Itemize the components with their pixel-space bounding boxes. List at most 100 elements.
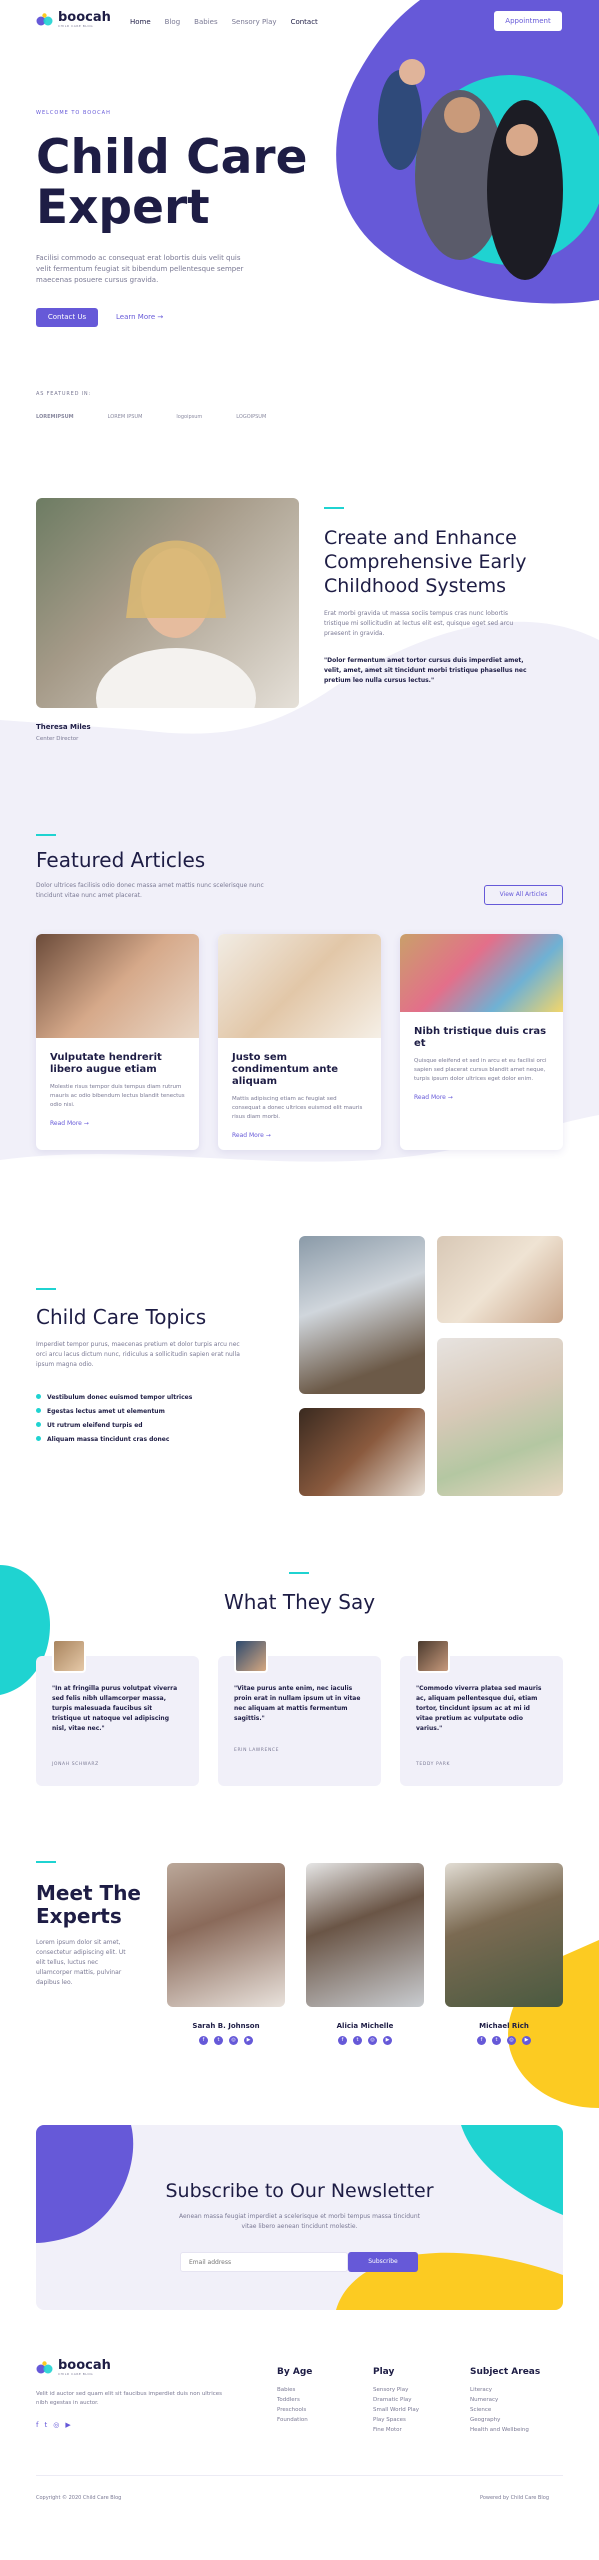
bullet-icon (36, 1394, 41, 1399)
twitter-icon[interactable]: t (214, 2036, 223, 2045)
footer-link[interactable]: Science (470, 2405, 540, 2415)
twitter-icon[interactable]: t (492, 2036, 501, 2045)
nav-contact[interactable]: Contact (291, 18, 318, 26)
newsletter-text: Aenean massa feugiat imperdiet a sceleri… (178, 2213, 421, 2230)
article-title[interactable]: Vulputate hendrerit libero augue etiam (36, 1038, 199, 1076)
featured-logo-2: LOREM IPSUM (107, 414, 143, 420)
email-input[interactable] (180, 2252, 348, 2272)
contact-us-button[interactable]: Contact Us (36, 308, 98, 327)
article-text: Mattis adipiscing etiam ac feugiat sed c… (232, 1096, 363, 1120)
nav-babies[interactable]: Babies (194, 18, 217, 26)
footer-link[interactable]: Babies (277, 2385, 312, 2395)
read-more-link[interactable]: Read More → (400, 1084, 563, 1111)
footer-col-title: Play (373, 2367, 395, 2377)
hero-title-line1: Child Care (36, 130, 308, 185)
director-role: Center Director (36, 736, 79, 742)
learn-more-label: Learn More (116, 313, 156, 321)
expert-photo (306, 1863, 424, 2007)
about-title: Create and Enhance Comprehensive Early C… (324, 527, 527, 597)
hero-blob (300, 0, 599, 310)
facebook-icon[interactable]: f (36, 2421, 38, 2429)
nav-home[interactable]: Home (130, 18, 151, 26)
footer-link[interactable]: Geography (470, 2415, 540, 2425)
article-card[interactable]: Justo sem condimentum ante aliquam Matti… (218, 934, 381, 1150)
footer-social: f t ◎ ▶ (36, 2421, 71, 2429)
avatar (416, 1639, 450, 1673)
footer-col-title: By Age (277, 2367, 313, 2377)
view-all-articles-button[interactable]: View All Articles (484, 885, 563, 905)
subscribe-button[interactable]: Subscribe (348, 2252, 418, 2272)
appointment-button[interactable]: Appointment (494, 11, 562, 31)
facebook-icon[interactable]: f (338, 2036, 347, 2045)
articles-text: Dolor ultrices facilisis odio donec mass… (36, 882, 264, 899)
footer-link[interactable]: Toddlers (277, 2395, 312, 2405)
nav-sensory-play[interactable]: Sensory Play (232, 18, 277, 26)
footer-link[interactable]: Health and Wellbeing (470, 2425, 540, 2435)
youtube-icon[interactable]: ▶ (65, 2421, 70, 2429)
featured-logos: LOREMIPSUM LOREM IPSUM logoipsum LOGOIPS… (36, 414, 266, 420)
facebook-icon[interactable]: f (199, 2036, 208, 2045)
article-image (36, 934, 199, 1038)
logo-icon (36, 13, 53, 26)
topics-accent-line (36, 1288, 56, 1290)
article-title[interactable]: Justo sem condimentum ante aliquam (218, 1038, 381, 1088)
footer-link[interactable]: Small World Play (373, 2405, 419, 2415)
read-more-link[interactable]: Read More → (218, 1122, 381, 1149)
facebook-icon[interactable]: f (477, 2036, 486, 2045)
footer-logo[interactable]: boocah CHILD CARE BLOG (36, 2358, 111, 2376)
experts-accent-line (36, 1861, 56, 1863)
footer-link[interactable]: Foundation (277, 2415, 312, 2425)
articles-accent-line (36, 834, 56, 836)
instagram-icon[interactable]: ◎ (229, 2036, 238, 2045)
expert-name: Michael Rich (479, 2022, 529, 2030)
footer-link[interactable]: Play Spaces (373, 2415, 419, 2425)
article-card[interactable]: Vulputate hendrerit libero augue etiam M… (36, 934, 199, 1150)
twitter-icon[interactable]: t (44, 2421, 47, 2429)
youtube-icon[interactable]: ▶ (244, 2036, 253, 2045)
topic-photo (437, 1338, 563, 1496)
footer-link[interactable]: Dramatic Play (373, 2395, 419, 2405)
brand-name: boocah (58, 2358, 111, 2373)
youtube-icon[interactable]: ▶ (522, 2036, 531, 2045)
topic-photo (299, 1408, 425, 1496)
expert-social: f t ◎ ▶ (338, 2036, 396, 2045)
footer-link[interactable]: Sensory Play (373, 2385, 419, 2395)
expert-photo (167, 1863, 285, 2007)
read-more-link[interactable]: Read More → (36, 1110, 199, 1137)
testimonial-quote: "In at fringilla purus volutpat viverra … (52, 1685, 178, 1732)
instagram-icon[interactable]: ◎ (368, 2036, 377, 2045)
youtube-icon[interactable]: ▶ (383, 2036, 392, 2045)
read-more-label: Read More (414, 1094, 446, 1101)
experts-text: Lorem ipsum dolor sit amet, consectetur … (36, 1939, 126, 1986)
about-text: Erat morbi gravida ut massa sociis tempu… (324, 610, 514, 637)
featured-logo-4: LOGOIPSUM (236, 414, 267, 420)
article-card[interactable]: Nibh tristique duis cras et Quisque elei… (400, 934, 563, 1150)
experts-title-line2: Experts (36, 1904, 122, 1928)
accent-line (324, 507, 344, 509)
topics-title: Child Care Topics (36, 1305, 207, 1329)
director-name: Theresa Miles (36, 723, 91, 731)
featured-logo-1: LOREMIPSUM (36, 414, 74, 420)
footer-link[interactable]: Numeracy (470, 2395, 540, 2405)
hero-text: Facilisi commodo ac consequat erat lobor… (36, 254, 244, 284)
avatar (234, 1639, 268, 1673)
instagram-icon[interactable]: ◎ (507, 2036, 516, 2045)
footer-col-play: Play Sensory Play Dramatic Play Small Wo… (373, 2367, 419, 2435)
nav-blog[interactable]: Blog (165, 18, 180, 26)
learn-more-link[interactable]: Learn More → (116, 313, 163, 321)
footer-link[interactable]: Preschools (277, 2405, 312, 2415)
logo[interactable]: boocah CHILD CARE BLOG (36, 11, 111, 28)
testimonials-title: What They Say (223, 1590, 376, 1614)
twitter-icon[interactable]: t (353, 2036, 362, 2045)
instagram-icon[interactable]: ◎ (53, 2421, 59, 2429)
expert-photo (445, 1863, 563, 2007)
testimonial-name: TEDDY PARK (416, 1762, 451, 1767)
article-title[interactable]: Nibh tristique duis cras et (400, 1012, 563, 1050)
testimonial-card: "Vitae purus ante enim, nec iaculis proi… (218, 1639, 381, 1786)
arrow-right-icon: → (83, 1120, 89, 1127)
footer-text: Velit id auctor sed quam elit sit faucib… (36, 2391, 223, 2406)
bullet-icon (36, 1422, 41, 1427)
footer-link[interactable]: Literacy (470, 2385, 540, 2395)
featured-logo-3: logoipsum (176, 414, 203, 420)
footer-link[interactable]: Fine Motor (373, 2425, 419, 2435)
